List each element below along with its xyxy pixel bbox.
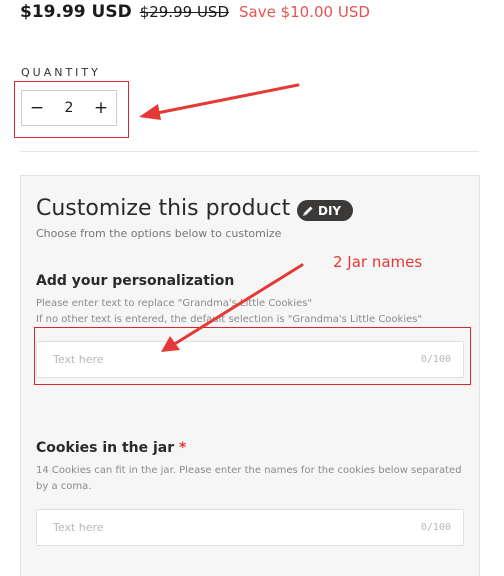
cookies-help: 14 Cookies can fit in the jar. Please en…: [36, 465, 462, 492]
savings-label: Save $10.00 USD: [239, 3, 370, 21]
customize-title: Customize this product: [36, 196, 291, 221]
quantity-stepper: − 2 +: [21, 90, 117, 126]
cookies-field[interactable]: 0/100: [36, 509, 464, 546]
quantity-value[interactable]: 2: [65, 100, 74, 116]
quantity-label: QUANTITY: [21, 66, 101, 79]
customize-subtitle: Choose from the options below to customi…: [36, 227, 282, 240]
customize-panel: Customize this product DIY Choose from t…: [20, 175, 480, 576]
cookies-char-counter: 0/100: [420, 522, 451, 533]
personalization-input[interactable]: [51, 352, 395, 367]
diy-badge: DIY: [297, 200, 353, 221]
divider: [20, 151, 479, 152]
personalization-help: Please enter text to replace "Grandma's …: [36, 296, 466, 328]
cookies-input[interactable]: [51, 520, 395, 535]
price-row: $19.99 USD $29.99 USD Save $10.00 USD: [20, 2, 370, 30]
current-price: $19.99 USD: [20, 2, 132, 22]
decrease-quantity-button[interactable]: −: [28, 98, 46, 118]
quantity-arrow-head: [139, 104, 161, 120]
personalization-help-line-2: If no other text is entered, the default…: [36, 314, 423, 325]
personalization-field[interactable]: 0/100: [36, 341, 464, 378]
personalization-char-counter: 0/100: [420, 354, 451, 365]
personalization-help-line-1: Please enter text to replace "Grandma's …: [36, 298, 313, 309]
compare-at-price: $29.99 USD: [139, 3, 229, 21]
pencil-icon: [303, 206, 313, 216]
required-mark: *: [179, 440, 187, 456]
cookies-title-label: Cookies in the jar: [36, 440, 175, 456]
quantity-arrow: [150, 83, 300, 116]
increase-quantity-button[interactable]: +: [92, 98, 110, 118]
diy-badge-label: DIY: [318, 203, 342, 218]
annotation-note: 2 Jar names: [333, 253, 423, 271]
cookies-title: Cookies in the jar *: [36, 440, 186, 456]
personalization-title: Add your personalization: [36, 273, 235, 289]
